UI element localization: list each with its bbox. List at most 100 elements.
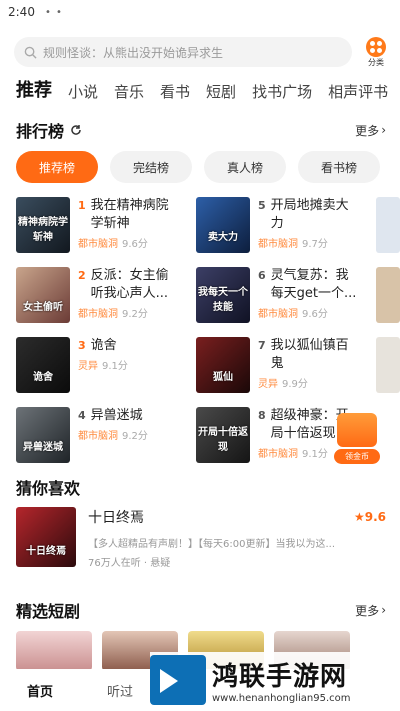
rank-title: 诡舍 bbox=[90, 338, 117, 353]
pill-completed[interactable]: 完结榜 bbox=[110, 151, 192, 183]
rank-tag-row: 都市脑洞 9.7分 bbox=[258, 235, 361, 250]
rank-info: 5 开局地摊卖大力 都市脑洞 9.7分 bbox=[258, 197, 361, 253]
rank-number: 1 bbox=[78, 199, 86, 212]
rank-title: 反派：女主偷听我心声人... bbox=[90, 268, 169, 301]
tab-book-square[interactable]: 找书广场 bbox=[252, 81, 312, 102]
status-dots: • • bbox=[44, 6, 63, 18]
guess-item[interactable]: 十日终焉 十日终焉 ★9.6 【多人超精品有声剧！】【每天6:00更新】当我以为… bbox=[16, 507, 386, 569]
rank-item-4[interactable]: 异兽迷城 4 异兽迷城 都市脑洞 9.2分 bbox=[16, 407, 186, 463]
watermark-text: 鸿联手游网 www.henanhonglian95.com bbox=[212, 656, 351, 704]
nav-history[interactable]: 听过 bbox=[80, 681, 160, 700]
rank-tag-row: 灵异 9.9分 bbox=[258, 375, 361, 390]
rank-score: 9.7分 bbox=[302, 239, 328, 250]
rank-title: 异兽迷城 bbox=[90, 408, 143, 423]
refresh-icon[interactable] bbox=[70, 124, 82, 136]
rank-tag-row: 都市脑洞 9.6分 bbox=[258, 305, 361, 320]
cover-text: 诡舍 bbox=[33, 372, 53, 383]
rank-tag: 都市脑洞 bbox=[78, 431, 118, 442]
tab-novel[interactable]: 小说 bbox=[68, 81, 98, 102]
rank-score: 9.2分 bbox=[122, 309, 148, 320]
category-label: 分类 bbox=[368, 57, 384, 67]
ranking-title-group: 排行榜 bbox=[16, 118, 82, 142]
guess-score: 9.6 bbox=[364, 510, 386, 524]
rank-info: 6 灵气复苏：我每天get一个... 都市脑洞 9.6分 bbox=[258, 267, 361, 323]
rank-item-7[interactable]: 狐仙 7 我以狐仙镇百鬼 灵异 9.9分 bbox=[196, 337, 366, 393]
tab-music[interactable]: 音乐 bbox=[114, 81, 144, 102]
status-bar: 2:40 • • bbox=[0, 0, 400, 24]
watermark: 鸿联手游网 www.henanhonglian95.com bbox=[150, 652, 396, 707]
ranking-title: 排行榜 bbox=[16, 122, 65, 141]
cover-text: 异兽迷城 bbox=[23, 442, 63, 453]
guess-description: 【多人超精品有声剧！】【每天6:00更新】当我以为这... bbox=[88, 539, 335, 550]
guess-title: 猜你喜欢 bbox=[16, 479, 81, 498]
guess-book-title: 十日终焉 bbox=[88, 510, 144, 526]
cover-text: 十日终焉 bbox=[26, 546, 66, 557]
search-placeholder: 规则怪谈：从熊出没开始诡异求生 bbox=[43, 45, 224, 60]
chevron-right-icon: › bbox=[381, 603, 386, 617]
shorts-title: 精选短剧 bbox=[16, 602, 81, 621]
rank-item-1[interactable]: 精神病院学斩神 1 我在精神病院学斩神 都市脑洞 9.6分 bbox=[16, 197, 186, 253]
book-cover: 十日终焉 bbox=[16, 507, 76, 567]
rank-item-5[interactable]: 卖大力 5 开局地摊卖大力 都市脑洞 9.7分 bbox=[196, 197, 366, 253]
guess-info: 十日终焉 ★9.6 【多人超精品有声剧！】【每天6:00更新】当我以为这... … bbox=[88, 507, 386, 569]
short-drama-card[interactable] bbox=[16, 631, 92, 671]
search-input[interactable]: 规则怪谈：从熊出没开始诡异求生 bbox=[14, 37, 352, 67]
category-button[interactable]: 分类 bbox=[362, 36, 390, 68]
rank-number: 5 bbox=[258, 199, 266, 212]
gold-coin-button[interactable]: 领金币 bbox=[334, 413, 380, 465]
rank-title-row: 3 诡舍 bbox=[78, 337, 181, 355]
rank-title: 我以狐仙镇百鬼 bbox=[270, 338, 349, 371]
rank-item-3[interactable]: 诡舍 3 诡舍 灵异 9.1分 bbox=[16, 337, 186, 393]
guess-top-row: 十日终焉 ★9.6 bbox=[88, 507, 386, 527]
tab-read[interactable]: 看书 bbox=[160, 81, 190, 102]
rank-title-row: 5 开局地摊卖大力 bbox=[258, 197, 361, 233]
rank-score: 9.9分 bbox=[282, 379, 308, 390]
rank-tag: 灵异 bbox=[258, 379, 278, 390]
rank-number: 8 bbox=[258, 409, 266, 422]
shorts-more-label: 更多 bbox=[355, 603, 380, 618]
tab-crosstalk[interactable]: 相声评书 bbox=[328, 81, 388, 102]
ranking-more-label: 更多 bbox=[355, 123, 380, 138]
rank-title-row: 1 我在精神病院学斩神 bbox=[78, 197, 181, 233]
rank-tag: 都市脑洞 bbox=[258, 239, 298, 250]
rank-score: 9.1分 bbox=[302, 449, 328, 460]
rank-tag: 都市脑洞 bbox=[258, 449, 298, 460]
tab-short-drama[interactable]: 短剧 bbox=[206, 81, 236, 102]
pill-recommend[interactable]: 推荐榜 bbox=[16, 151, 98, 183]
rank-info: 4 异兽迷城 都市脑洞 9.2分 bbox=[78, 407, 181, 463]
grid-icon bbox=[366, 36, 386, 57]
book-cover: 狐仙 bbox=[196, 337, 250, 393]
nav-home[interactable]: 首页 bbox=[0, 681, 80, 700]
book-cover: 卖大力 bbox=[196, 197, 250, 253]
rank-number: 4 bbox=[78, 409, 86, 422]
gift-icon bbox=[337, 413, 377, 447]
tab-recommend[interactable]: 推荐 bbox=[16, 78, 52, 102]
cover-text: 开局十倍返现 bbox=[198, 427, 248, 453]
book-cover: 女主偷听 bbox=[16, 267, 70, 323]
rank-number: 7 bbox=[258, 339, 266, 352]
pill-reading[interactable]: 看书榜 bbox=[298, 151, 380, 183]
rank-tag-row: 都市脑洞 9.6分 bbox=[78, 235, 181, 250]
peek-cover bbox=[376, 197, 400, 253]
guess-header: 猜你喜欢 bbox=[16, 475, 386, 499]
cover-text: 女主偷听 bbox=[23, 302, 63, 313]
status-time: 2:40 bbox=[8, 5, 35, 19]
book-cover: 我每天一个技能 bbox=[196, 267, 250, 323]
rank-number: 2 bbox=[78, 269, 86, 282]
star-icon: ★ bbox=[353, 510, 365, 524]
rank-item-2[interactable]: 女主偷听 2 反派：女主偷听我心声人... 都市脑洞 9.2分 bbox=[16, 267, 186, 323]
pill-real-voice[interactable]: 真人榜 bbox=[204, 151, 286, 183]
rank-score: 9.6分 bbox=[122, 239, 148, 250]
guess-score-group: ★9.6 bbox=[354, 510, 386, 524]
rank-title-row: 4 异兽迷城 bbox=[78, 407, 181, 425]
watermark-url: www.henanhonglian95.com bbox=[212, 692, 351, 704]
shorts-more-link[interactable]: 更多 › bbox=[355, 602, 386, 619]
ranking-more-link[interactable]: 更多 › bbox=[355, 122, 386, 139]
rank-title: 灵气复苏：我每天get一个... bbox=[270, 268, 357, 301]
rank-item-6[interactable]: 我每天一个技能 6 灵气复苏：我每天get一个... 都市脑洞 9.6分 bbox=[196, 267, 366, 323]
search-row: 规则怪谈：从熊出没开始诡异求生 分类 bbox=[14, 36, 390, 68]
rank-score: 9.2分 bbox=[122, 431, 148, 442]
rank-tag: 灵异 bbox=[78, 361, 98, 372]
rank-title: 我在精神病院学斩神 bbox=[90, 198, 169, 231]
cover-text: 精神病院学斩神 bbox=[18, 217, 68, 243]
